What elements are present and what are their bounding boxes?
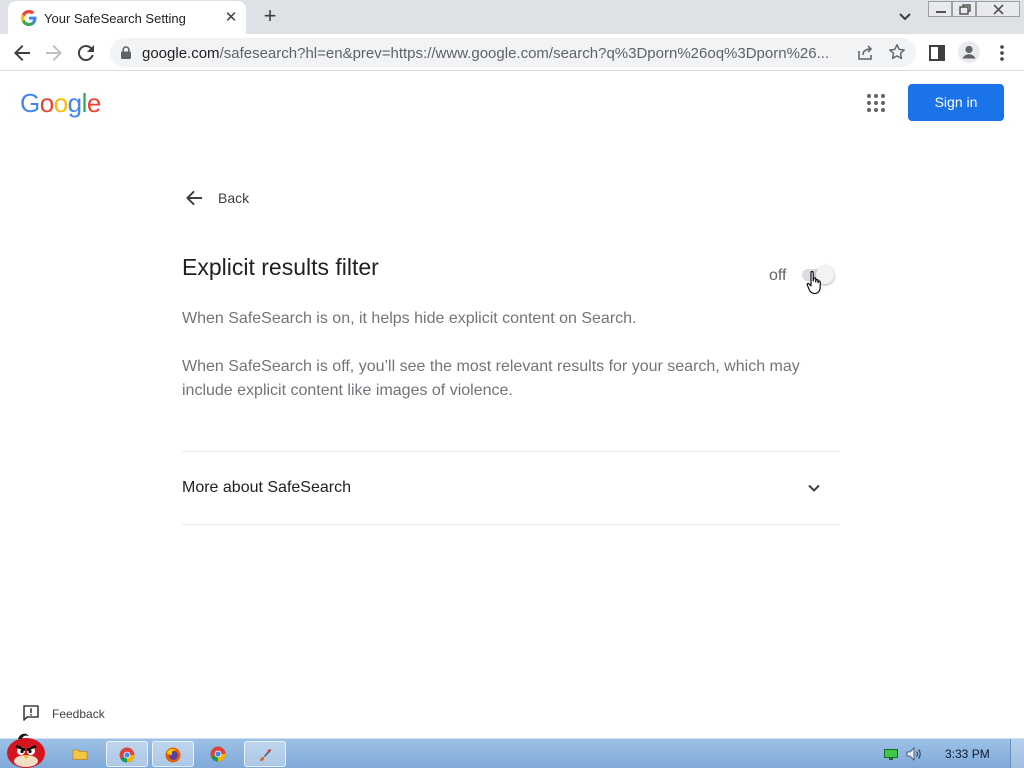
url-text[interactable]: google.com/safesearch?hl=en&prev=https:/… <box>142 45 842 62</box>
windows-taskbar: 3:33 PM <box>0 733 1024 768</box>
url-host: google.com <box>142 45 220 62</box>
logo-letter: e <box>86 88 101 118</box>
description-safesearch-off: When SafeSearch is off, you’ll see the m… <box>182 358 800 399</box>
volume-icon[interactable] <box>906 747 922 761</box>
reload-icon[interactable] <box>74 41 98 65</box>
feedback-label: Feedback <box>52 707 105 721</box>
logo-letter: G <box>20 88 40 118</box>
taskbar-file-explorer[interactable] <box>60 741 102 767</box>
logo-letter: g <box>67 88 82 118</box>
bookmark-star-icon[interactable] <box>888 43 906 61</box>
browser-tab[interactable]: Your SafeSearch Setting ✕ <box>8 1 246 34</box>
tab-close-icon[interactable]: ✕ <box>222 9 240 27</box>
logo-letter: o <box>53 88 68 118</box>
forward-arrow-icon[interactable] <box>42 41 66 65</box>
chrome-icon <box>119 747 135 763</box>
tab-strip: Your SafeSearch Setting ✕ + <box>0 0 1024 34</box>
lock-icon[interactable] <box>120 46 132 59</box>
taskbar-paint[interactable] <box>244 741 286 767</box>
window-restore-button[interactable] <box>952 1 976 17</box>
toggle-state-label: off <box>769 267 787 284</box>
back-label: Back <box>218 190 250 206</box>
window-close-button[interactable] <box>976 1 1020 17</box>
feedback-icon <box>23 705 39 721</box>
minimize-icon <box>936 11 946 13</box>
page-title: Explicit results filter <box>182 254 379 280</box>
close-icon <box>993 4 1004 15</box>
tab-search-chevron-icon[interactable] <box>895 8 915 26</box>
browser-toolbar: google.com/safesearch?hl=en&prev=https:/… <box>0 34 1024 71</box>
back-arrow-icon[interactable] <box>10 41 34 65</box>
back-arrow-icon <box>186 190 202 206</box>
profile-avatar-icon[interactable] <box>958 41 980 63</box>
kebab-menu-icon[interactable] <box>996 43 1008 63</box>
sign-in-button[interactable]: Sign in <box>908 84 1004 121</box>
paint-icon <box>260 749 272 761</box>
folder-icon <box>72 749 88 760</box>
screen: Your SafeSearch Setting ✕ + google.com/s… <box>0 0 1024 768</box>
tab-title: Your SafeSearch Setting <box>44 11 186 26</box>
share-icon[interactable] <box>856 44 874 62</box>
google-logo[interactable]: Google <box>20 88 101 119</box>
description-safesearch-on: When SafeSearch is on, it helps hide exp… <box>182 310 637 327</box>
taskbar-chrome-2[interactable] <box>198 741 240 767</box>
start-angry-bird-icon[interactable] <box>2 731 48 768</box>
system-clock[interactable]: 3:33 PM <box>945 747 990 761</box>
url-path: /safesearch?hl=en&prev=https://www.googl… <box>219 45 830 62</box>
chevron-down-icon <box>808 484 820 492</box>
new-tab-button[interactable]: + <box>258 5 282 29</box>
hand-cursor-icon <box>806 271 821 295</box>
google-apps-icon[interactable] <box>866 93 886 113</box>
firefox-icon <box>165 747 181 763</box>
google-favicon-icon <box>21 10 37 26</box>
window-minimize-button[interactable] <box>928 1 952 17</box>
taskbar-firefox[interactable] <box>152 741 194 767</box>
more-about-safesearch-label: More about SafeSearch <box>182 479 351 496</box>
divider <box>182 524 840 525</box>
address-bar[interactable]: google.com/safesearch?hl=en&prev=https:/… <box>110 38 916 67</box>
chrome-icon <box>210 746 226 762</box>
logo-letter: o <box>39 88 54 118</box>
taskbar-chrome[interactable] <box>106 741 148 767</box>
network-icon[interactable] <box>884 749 898 760</box>
show-desktop-button[interactable] <box>1010 739 1024 768</box>
side-panel-icon[interactable] <box>928 44 946 62</box>
restore-icon <box>959 4 971 15</box>
more-about-safesearch-expander[interactable]: More about SafeSearch <box>182 452 840 524</box>
